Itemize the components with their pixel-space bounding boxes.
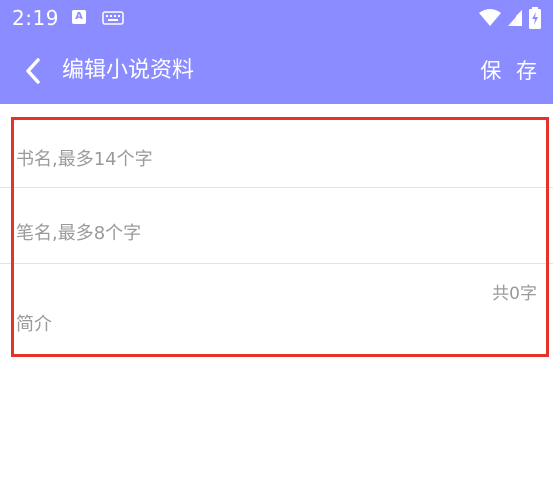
novel-info-form: 书名,最多14个字 笔名,最多8个字 共0字 简介: [0, 112, 553, 357]
app-bar: 编辑小说资料 保 存: [0, 38, 553, 104]
keyboard-icon: [102, 10, 124, 29]
back-button[interactable]: [16, 54, 50, 88]
battery-charging-icon: [529, 7, 541, 29]
status-bar: 2:19 A: [0, 0, 553, 38]
intro-field[interactable]: 共0字 简介: [0, 264, 553, 354]
save-button[interactable]: 保 存: [480, 56, 541, 86]
chevron-left-icon: [26, 58, 40, 84]
page-title: 编辑小说资料: [62, 58, 195, 83]
pen-name-field[interactable]: 笔名,最多8个字: [0, 188, 553, 263]
notification-a-icon: A: [72, 10, 86, 24]
status-right-icons: [479, 7, 541, 29]
status-time: 2:19: [12, 6, 59, 30]
intro-char-count: 共0字: [492, 284, 537, 304]
pen-name-placeholder: 笔名,最多8个字: [16, 223, 142, 244]
wifi-icon: [479, 9, 501, 26]
intro-placeholder: 简介: [16, 314, 52, 335]
signal-icon: [508, 10, 522, 26]
book-name-placeholder: 书名,最多14个字: [16, 149, 153, 170]
book-name-field[interactable]: 书名,最多14个字: [0, 112, 553, 187]
text-cursor: [13, 147, 14, 173]
